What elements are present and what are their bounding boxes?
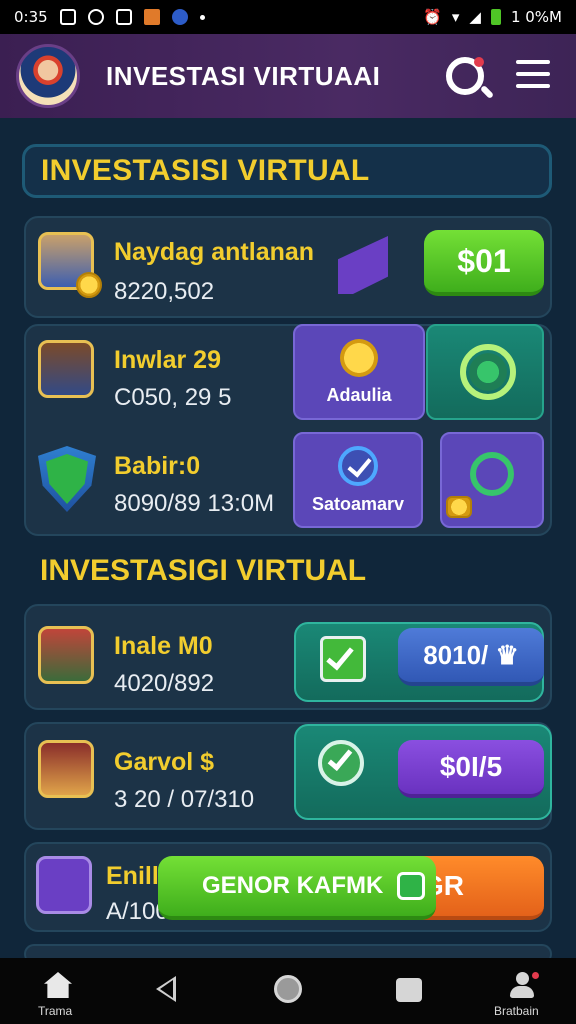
recents-icon[interactable] (396, 978, 422, 1002)
item-name: Naydag antlanan (114, 238, 315, 266)
item-value: C050, 29 5 (114, 384, 232, 411)
game-notification-icon (171, 9, 188, 25)
nav-label-profile: Bratbain (494, 1004, 539, 1018)
item-value: 8090/89 13:0M (114, 490, 275, 517)
item-name: Babir:0 (114, 452, 201, 480)
battery-icon (490, 9, 501, 25)
investor-avatar-icon (38, 340, 94, 398)
status-bar-left: 0:35 (14, 8, 205, 26)
overlay-action-button[interactable]: GENOR KAFMK (158, 856, 436, 920)
target-icon (460, 344, 516, 400)
section-title: INVESTASISI VIRTUAL (41, 154, 370, 187)
item-name: Garvol $ (114, 748, 215, 776)
section-title-2: INVESTASIGI VIRTUAL (40, 554, 367, 587)
alarm-icon: ⏰ (423, 8, 442, 26)
action-tile-adaulia[interactable]: Adaulia (293, 324, 425, 420)
magnifier-icon (470, 452, 514, 496)
home-circle-icon[interactable] (274, 975, 302, 1003)
status-battery-text: 1 0%M (510, 8, 562, 26)
notification-icon (59, 9, 76, 25)
invest-button[interactable]: 8010/ ♛ (398, 628, 544, 686)
tile-label: Adaulia (326, 384, 392, 405)
invest-button[interactable]: $0I/5 (398, 740, 544, 798)
back-icon[interactable] (156, 976, 176, 1002)
profile-icon[interactable] (508, 972, 539, 1000)
overlay-button-label: GENOR KAFMK (202, 872, 384, 899)
app-header: INVESTASI VIRTUAAI (0, 34, 576, 118)
record-icon (87, 9, 104, 25)
checklist-icon (36, 856, 92, 914)
nav-label-home: Trama (38, 1004, 73, 1018)
investor-avatar-icon (38, 626, 94, 684)
app-title: INVESTASI VIRTUAAI (106, 60, 381, 91)
status-bar: 0:35 ⏰ ▾ ◢ 1 0%M (0, 0, 576, 34)
app-notification-icon (143, 9, 160, 25)
search-icon (397, 872, 426, 900)
checkbox-icon[interactable] (320, 636, 366, 682)
notification-dot (474, 57, 484, 67)
wifi-icon: ▾ (451, 8, 460, 26)
check-circle-icon (318, 740, 364, 786)
signal-icon: ◢ (469, 8, 481, 26)
gallery-icon (115, 9, 132, 25)
avatar[interactable] (16, 44, 80, 108)
item-name: Inwlar 29 (114, 346, 221, 374)
check-badge-icon (338, 445, 378, 486)
coin-icon (76, 272, 102, 298)
item-value: 4020/892 (114, 670, 215, 697)
status-bar-right: ⏰ ▾ ◢ 1 0%M (423, 8, 562, 26)
coins-stack-icon (446, 496, 472, 518)
status-time: 0:35 (14, 8, 48, 26)
item-name: Inale M0 (114, 632, 213, 660)
search-icon[interactable] (446, 57, 484, 95)
coin-icon (340, 338, 378, 377)
buy-button[interactable]: $01 (424, 230, 544, 296)
menu-icon[interactable] (516, 60, 550, 90)
more-notifications-icon (199, 14, 205, 20)
tile-label: Satoamarv (311, 493, 405, 514)
investor-avatar-icon (38, 740, 94, 798)
action-tile-satoamarv[interactable]: Satoamarv (293, 432, 423, 528)
item-value: 8220,502 (114, 278, 215, 305)
item-name: Enill (106, 862, 159, 890)
item-value: 3 20 / 07/310 (114, 786, 255, 813)
section-title-box: INVESTASISI VIRTUAL (22, 144, 552, 198)
